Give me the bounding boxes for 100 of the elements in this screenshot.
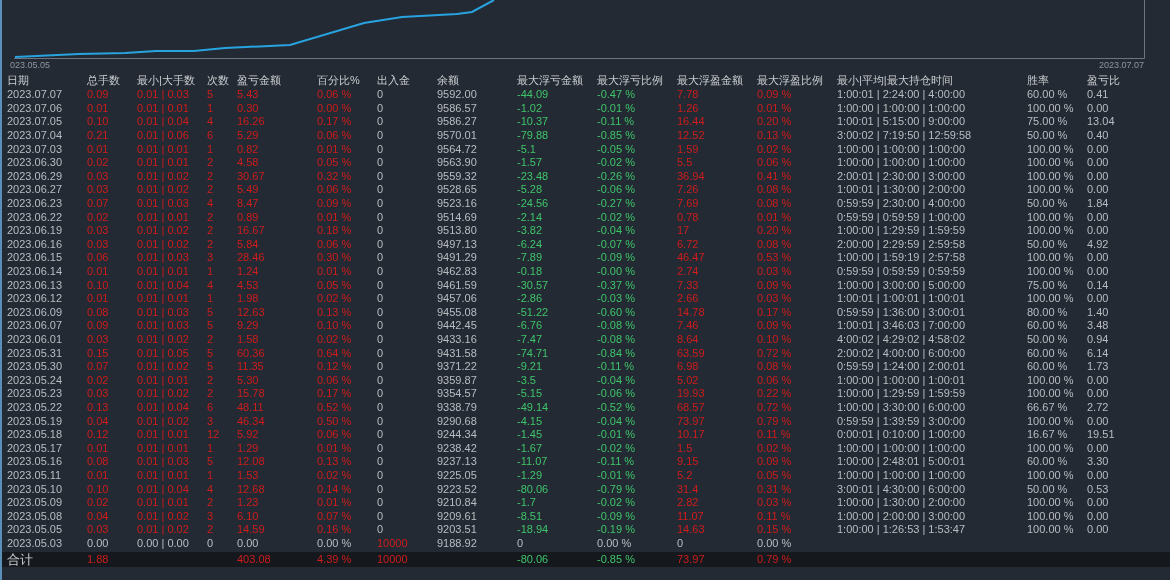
table-cell-text: 100.00 %: [1027, 387, 1075, 401]
table-cell-text: -0.11 %: [597, 115, 636, 129]
table-cell-text: 0.08: [87, 305, 110, 319]
table-cell-text: 0.01 | 0.03: [137, 251, 190, 265]
table-cell-text: 0: [377, 414, 385, 428]
table-cell-text: 0.01 | 0.02: [137, 237, 190, 251]
table-cell-text: -4.15: [517, 414, 544, 428]
table-cell-text: 9244.34: [437, 428, 478, 442]
table-cell-text: 0.01 | 0.02: [137, 414, 190, 428]
table-cell-text: -74.71: [517, 346, 550, 360]
table-cell-text: 31.4: [677, 482, 700, 496]
table-cell-text: 60.36: [237, 346, 266, 360]
table-cell-text: 80.00 %: [1027, 305, 1069, 319]
table-cell-text: 1:00:01 | 1:30:00 | 2:00:00: [837, 183, 967, 197]
table-cell-text: 100.00 %: [1027, 265, 1075, 278]
table-cell-text: 0.00: [1087, 156, 1110, 170]
table-cell-text: 0.09: [87, 319, 110, 333]
table-cell-text: 0.07: [87, 360, 110, 374]
table-cell-text: -1.67: [517, 441, 544, 455]
table-cell-text: 0.09: [87, 88, 110, 102]
table-cell-text: 0.02: [87, 496, 110, 510]
table-cell-text: 0: [377, 360, 385, 374]
table-cell-text: 0.01 | 0.02: [137, 169, 190, 183]
table-cell-text: 2023.05.24: [7, 373, 64, 387]
table-cell-text: 0.00: [1087, 523, 1110, 537]
table-cell-text: 9225.05: [437, 468, 478, 482]
table-cell-text: 0.07 %: [317, 509, 353, 523]
table-cell-text: 5.29: [237, 129, 260, 143]
table-cell-text: 0: [377, 183, 385, 197]
table-cell-text: 0.00: [1087, 101, 1110, 115]
table-cell-text: 0.06 %: [317, 373, 353, 387]
table-cell-text: 4:00:02 | 4:29:02 | 4:58:02: [837, 333, 967, 346]
column-header: 最大浮亏金额: [517, 74, 584, 87]
table-cell-text: 0.52 %: [317, 400, 353, 414]
table-cell-text: -5.1: [517, 142, 537, 156]
table-cell-text: 9203.51: [437, 523, 478, 537]
table-cell-text: 1:00:00 | 1:00:00 | 1:00:01: [837, 373, 967, 387]
table-cell-text: 0.02: [87, 210, 110, 224]
table-cell-text: 2023.05.11: [7, 468, 63, 482]
table-cell-text: 9354.57: [437, 387, 478, 401]
table-cell-text: 0.20 %: [757, 115, 793, 129]
column-header: 次数: [207, 74, 230, 87]
table-cell-text: 0.14: [1087, 278, 1110, 292]
table-cell-text: 0.00: [1087, 224, 1110, 238]
table-cell-text: 0.06 %: [317, 428, 353, 442]
table-cell-text: 50.00 %: [1027, 197, 1069, 211]
table-cell-text: -80.06: [517, 553, 550, 567]
table-cell-text: 2023.06.22: [7, 210, 64, 224]
table-cell-text: 100.00 %: [1027, 468, 1075, 482]
table-cell-text: 1: [207, 265, 215, 278]
table-cell-text: 9338.79: [437, 400, 478, 414]
table-cell-text: 0.16 %: [317, 523, 353, 537]
table-cell-text: 0.03: [87, 183, 110, 197]
table-cell-text: 0: [377, 237, 385, 251]
table-cell-text: -0.06 %: [597, 387, 636, 401]
table-cell-text: 100.00 %: [1027, 496, 1075, 510]
table-cell-text: 0.08 %: [757, 197, 793, 211]
table-cell-text: 0: [377, 387, 385, 401]
table-cell-text: 3.30: [1087, 455, 1110, 469]
table-cell-text: 2: [207, 169, 215, 183]
table-cell-text: 2023.06.14: [7, 265, 64, 278]
table-cell-text: 0.01 | 0.03: [137, 319, 190, 333]
table-cell-text: -5.15: [517, 387, 544, 401]
table-cell-text: 0.01 | 0.03: [137, 455, 190, 469]
table-cell-text: -0.01 %: [597, 468, 636, 482]
column-header: 余额: [437, 74, 460, 87]
table-cell-text: 0.07: [87, 197, 110, 211]
table-cell-text: 8.47: [237, 197, 260, 211]
table-cell-text: 0: [377, 400, 385, 414]
table-cell-text: -23.48: [517, 169, 550, 183]
table-cell-text: 9513.80: [437, 224, 478, 238]
table-cell-text: 0.01 %: [317, 142, 353, 156]
table-cell-text: -6.24: [517, 237, 544, 251]
table-cell-text: 9442.45: [437, 319, 478, 333]
table-cell-text: 73.97: [677, 414, 706, 428]
table-cell-text: -1.57: [517, 156, 544, 170]
table-cell-text: 0.08 %: [757, 183, 793, 197]
table-cell-text: 0: [377, 115, 385, 129]
table-cell-text: 0.08 %: [757, 237, 793, 251]
table-cell-text: 2.66: [677, 292, 700, 306]
table-cell-text: 0.01 | 0.01: [137, 101, 190, 115]
table-cell-text: 1:00:00 | 2:48:01 | 5:00:01: [837, 455, 967, 469]
table-cell-text: 0.01 | 0.01: [137, 468, 190, 482]
table-cell-text: 2023.06.30: [7, 156, 64, 170]
table-cell-text: 0: [377, 319, 385, 333]
table-cell-text: 0: [377, 156, 385, 170]
table-cell-text: 1:00:00 | 2:00:00 | 3:00:00: [837, 509, 967, 523]
table-cell-text: 0: [377, 441, 385, 455]
table-cell-text: -7.47: [517, 333, 544, 346]
table-cell-text: -24.56: [517, 197, 550, 211]
table-cell-text: -0.07 %: [597, 237, 636, 251]
table-cell-text: 9237.13: [437, 455, 478, 469]
table-cell-text: 0.06 %: [757, 156, 793, 170]
table-cell-text: -0.05 %: [597, 142, 636, 156]
column-header: 百分比%: [317, 74, 361, 87]
table-cell-text: 9209.61: [437, 509, 478, 523]
table-cell-text: 2023.06.15: [7, 251, 64, 265]
table-cell-text: 0: [377, 265, 385, 278]
table-cell-text: 5: [207, 88, 215, 102]
table-cell-text: 0.03: [87, 523, 110, 537]
